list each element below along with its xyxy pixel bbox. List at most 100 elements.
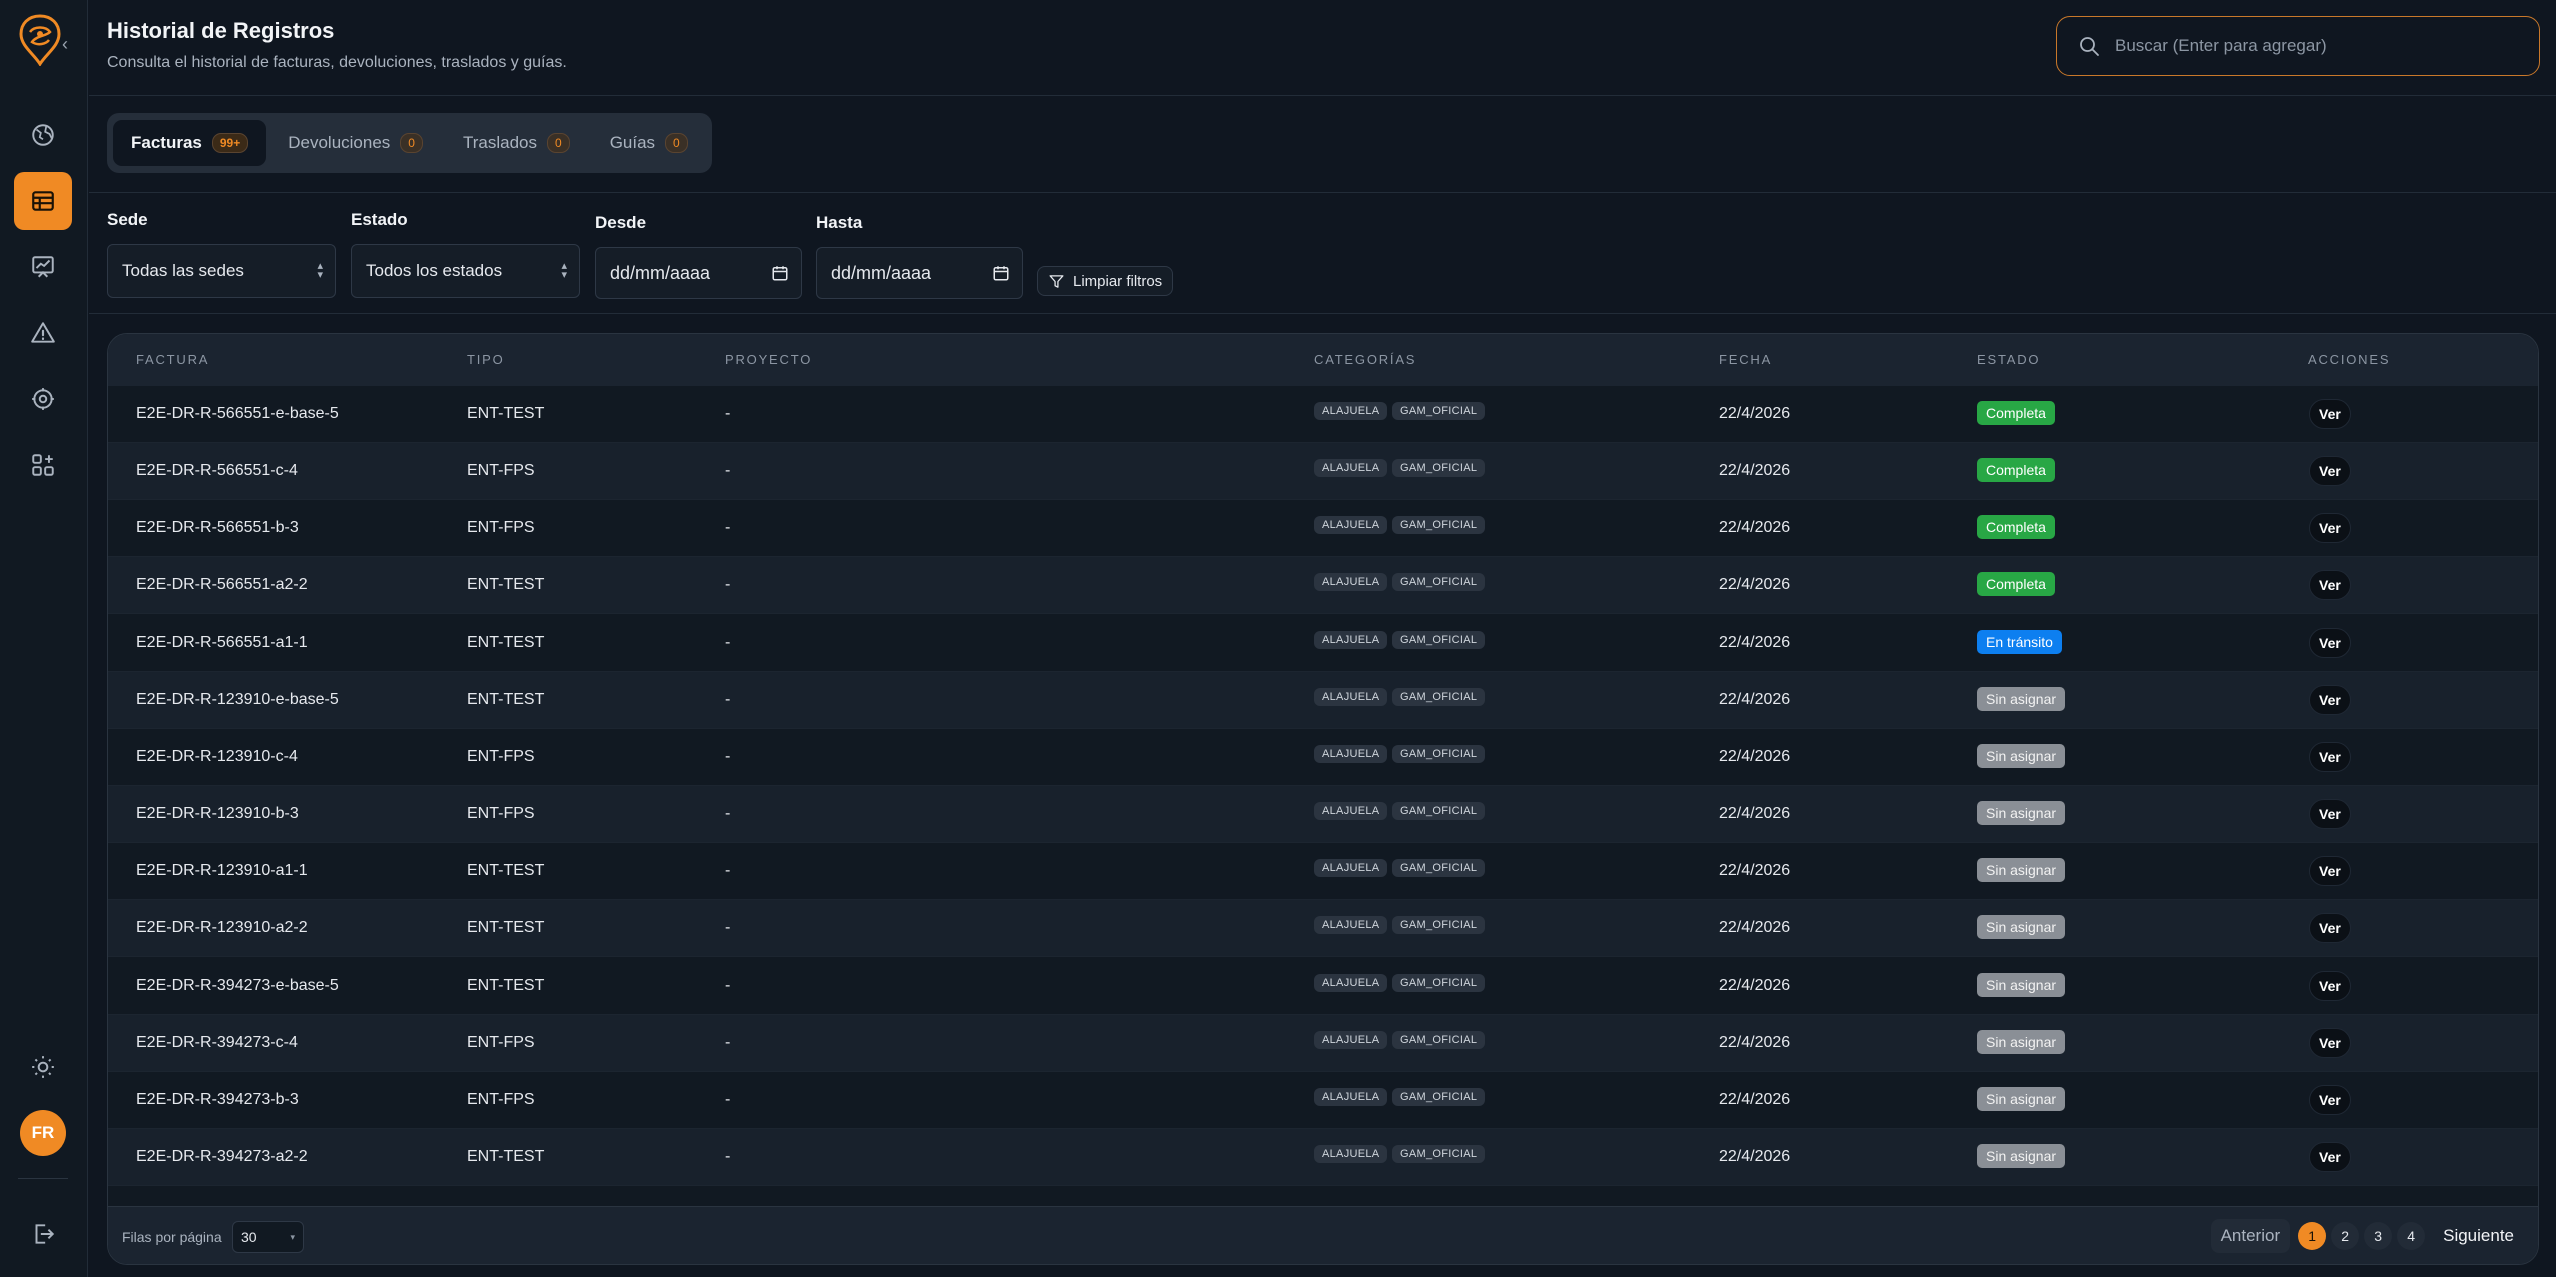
view-button[interactable]: Ver	[2309, 684, 2351, 715]
category-tag: GAM_OFICIAL	[1392, 744, 1486, 763]
previous-page-button[interactable]: Anterior	[2210, 1219, 2291, 1253]
view-button[interactable]: Ver	[2309, 627, 2351, 658]
factura-cell: E2E-DR-R-394273-b-3	[136, 1090, 299, 1108]
factura-cell: E2E-DR-R-123910-e-base-5	[136, 690, 339, 708]
user-avatar[interactable]: FR	[20, 1110, 66, 1156]
nav-settings[interactable]	[14, 370, 72, 428]
filter-label: Hasta	[816, 213, 863, 232]
view-button[interactable]: Ver	[2309, 513, 2351, 544]
sun-icon	[32, 1056, 54, 1078]
table-row: E2E-DR-R-394273-e-base-5 ENT-TEST - ALAJUEL…	[108, 958, 2538, 1015]
tab-devoluciones[interactable]: Devoluciones 0	[270, 120, 441, 166]
factura-cell: E2E-DR-R-123910-a2-2	[136, 919, 308, 937]
category-tag: ALAJUELA	[1314, 916, 1388, 935]
nav-globe[interactable]	[14, 106, 72, 164]
estado-select[interactable]: Todos los estados ▴ ▾	[351, 244, 580, 298]
proyecto-cell: -	[725, 1033, 731, 1051]
category-tag: GAM_OFICIAL	[1392, 630, 1486, 649]
tab-count-badge: 0	[547, 133, 570, 153]
category-tag: GAM_OFICIAL	[1392, 402, 1486, 420]
filter-label: Desde	[595, 213, 647, 232]
tipo-cell: ENT-TEST	[467, 919, 545, 937]
tipo-cell: ENT-FPS	[467, 462, 535, 480]
factura-cell: E2E-DR-R-123910-b-3	[136, 805, 299, 823]
records-table: FACTURA TIPO PROYECTO CATEGORÍAS FECHA E…	[107, 333, 2539, 1265]
date-value: dd/mm/aaaa	[610, 262, 711, 283]
next-page-button[interactable]: Siguiente	[2433, 1219, 2524, 1253]
theme-toggle[interactable]	[14, 1038, 72, 1096]
nav-registros[interactable]	[14, 172, 72, 230]
fecha-cell: 22/4/2026	[1719, 1033, 1791, 1051]
search-input[interactable]	[2115, 36, 2495, 56]
nav-charts[interactable]	[14, 238, 72, 296]
view-button[interactable]: Ver	[2309, 799, 2351, 830]
rows-per-page-select[interactable]: 30 ▾	[232, 1221, 304, 1253]
category-tag: ALAJUELA	[1314, 744, 1388, 763]
table-row: E2E-DR-R-123910-e-base-5 ENT-TEST - ALAJUEL…	[108, 671, 2538, 729]
view-button[interactable]: Ver	[2309, 741, 2351, 772]
nav-apps[interactable]	[14, 436, 72, 494]
page-number-button[interactable]: 1	[2298, 1222, 2327, 1250]
alert-icon	[31, 322, 55, 343]
factura-cell: E2E-DR-R-394273-a2-2	[136, 1147, 308, 1165]
view-button[interactable]: Ver	[2309, 1027, 2351, 1058]
tipo-cell: ENT-TEST	[467, 576, 545, 594]
filter-hasta: Hasta dd/mm/aaaa	[816, 213, 1023, 299]
proyecto-cell: -	[725, 519, 731, 537]
brand-logo-icon[interactable]	[18, 14, 62, 67]
column-header-factura[interactable]: FACTURA	[136, 352, 209, 367]
nav-alerts[interactable]	[14, 304, 72, 362]
table-header: FACTURA TIPO PROYECTO CATEGORÍAS FECHA E…	[108, 334, 2538, 386]
category-tag: ALAJUELA	[1314, 1087, 1388, 1106]
factura-cell: E2E-DR-R-566551-a2-2	[136, 576, 308, 594]
column-header-fecha[interactable]: FECHA	[1719, 352, 1772, 367]
hasta-date-input[interactable]: dd/mm/aaaa	[816, 247, 1023, 299]
page-number-button[interactable]: 3	[2364, 1222, 2393, 1250]
category-tag: ALAJUELA	[1314, 402, 1388, 420]
date-value: dd/mm/aaaa	[831, 262, 932, 283]
proyecto-cell: -	[725, 690, 731, 708]
factura-cell: E2E-DR-R-566551-c-4	[136, 462, 298, 480]
table-row: E2E-DR-R-566551-b-3 ENT-FPS - ALAJUELA GAM_O…	[108, 500, 2538, 558]
tipo-cell: ENT-TEST	[467, 690, 545, 708]
view-button[interactable]: Ver	[2309, 913, 2351, 944]
fecha-cell: 22/4/2026	[1719, 576, 1791, 594]
factura-cell: E2E-DR-R-123910-c-4	[136, 747, 298, 765]
status-badge: Completa	[1977, 572, 2055, 597]
view-button[interactable]: Ver	[2309, 570, 2351, 601]
page-subtitle: Consulta el historial de facturas, devol…	[107, 54, 567, 71]
category-tag: GAM_OFICIAL	[1392, 973, 1486, 992]
sede-select[interactable]: Todas las sedes ▴ ▾	[107, 244, 336, 298]
view-button[interactable]: Ver	[2309, 1084, 2351, 1115]
collapse-sidebar-icon[interactable]: ‹	[62, 34, 68, 55]
view-button[interactable]: Ver	[2309, 456, 2351, 487]
view-button[interactable]: Ver	[2309, 1141, 2351, 1172]
proyecto-cell: -	[725, 1090, 731, 1108]
desde-date-input[interactable]: dd/mm/aaaa	[595, 247, 802, 299]
fecha-cell: 22/4/2026	[1719, 405, 1791, 422]
column-header-estado[interactable]: ESTADO	[1977, 352, 2040, 367]
column-header-categorias[interactable]: CATEGORÍAS	[1314, 352, 1416, 367]
column-header-tipo[interactable]: TIPO	[467, 352, 505, 367]
view-button[interactable]: Ver	[2309, 970, 2351, 1001]
tab-traslados[interactable]: Traslados 0	[445, 120, 588, 166]
fecha-cell: 22/4/2026	[1719, 1147, 1791, 1165]
clear-filters-button[interactable]: Limpiar filtros	[1037, 266, 1174, 296]
tab-count-badge: 99+	[211, 133, 249, 153]
search-box[interactable]	[2056, 16, 2540, 76]
tab-guias[interactable]: Guías 0	[592, 120, 706, 166]
page-number-button[interactable]: 4	[2397, 1222, 2426, 1250]
tab-label: Traslados	[462, 133, 537, 152]
table-row: E2E-DR-R-566551-e-base-5 ENT-TEST - ALAJUEL…	[108, 386, 2538, 443]
view-button[interactable]: Ver	[2309, 399, 2351, 429]
calendar-icon[interactable]	[771, 264, 789, 282]
logout-button[interactable]	[14, 1205, 72, 1263]
tipo-cell: ENT-TEST	[467, 1147, 545, 1165]
page-number-button[interactable]: 2	[2331, 1222, 2360, 1250]
tab-facturas[interactable]: Facturas 99+	[113, 120, 267, 166]
factura-cell: E2E-DR-R-566551-e-base-5	[136, 405, 339, 422]
calendar-icon[interactable]	[992, 264, 1010, 282]
column-header-proyecto[interactable]: PROYECTO	[725, 352, 812, 367]
view-button[interactable]: Ver	[2309, 856, 2351, 887]
chevron-down-icon: ▾	[290, 1231, 295, 1242]
